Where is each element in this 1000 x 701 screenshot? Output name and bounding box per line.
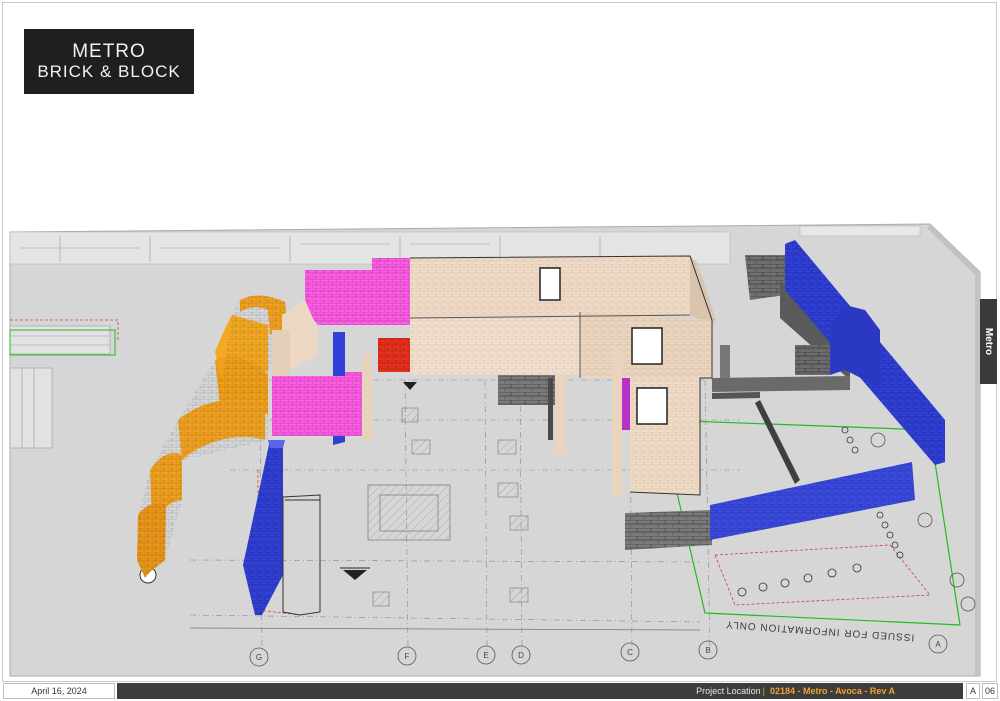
beige-post-left [612, 350, 622, 495]
drawing-title-box-right [799, 225, 921, 237]
footer-page-number: 06 [982, 683, 998, 699]
blue-wall-left-top [268, 440, 285, 448]
grid-label-g: G [256, 653, 262, 662]
side-tab-label: Metro [983, 327, 995, 356]
grey-block-wall-lower-pattern [625, 510, 712, 550]
grid-label-b: B [705, 646, 710, 655]
beige-wall-left-small [272, 330, 290, 376]
logo-line-2: BRICK & BLOCK [37, 61, 181, 81]
company-logo: METRO BRICK & BLOCK [24, 29, 194, 94]
footer-revision: A [966, 683, 980, 699]
grey-block-wall-right-top-pattern [745, 255, 785, 300]
project-location-label: Project Location [696, 686, 761, 696]
footer-date: April 16, 2024 [3, 683, 115, 699]
beige-wall-middle-pattern [410, 312, 580, 375]
grid-label-c: C [627, 648, 633, 657]
red-block-pattern [378, 338, 410, 372]
grey-low-wall-2 [712, 392, 760, 399]
footer: April 16, 2024 Project Location | 02184 … [0, 683, 1000, 700]
grid-label-e: E [483, 651, 488, 660]
window-lower [636, 387, 668, 425]
window-top [539, 267, 561, 301]
beige-post-center [555, 375, 565, 455]
side-tab[interactable]: Metro [980, 299, 997, 384]
grid-label-f: F [405, 652, 410, 661]
grey-block-wall-right-cap-pattern [795, 345, 830, 375]
dark-post-2 [720, 345, 730, 378]
project-separator: | [762, 686, 765, 696]
grid-label-a: A [935, 640, 941, 649]
footer-project-bar: Project Location | 02184 - Metro - Avoca… [117, 683, 963, 699]
project-info: 02184 - Metro - Avoca - Rev A [769, 686, 895, 696]
beige-post-divider [362, 355, 372, 440]
grey-low-wall [712, 376, 850, 392]
grid-label-d: D [518, 651, 524, 660]
window-middle [631, 327, 663, 365]
3d-model-view[interactable]: ISSUED FOR INFORMATION ONLY G F E D C B … [0, 215, 1000, 685]
logo-line-1: METRO [72, 40, 146, 62]
dark-post-1 [548, 378, 553, 440]
magenta-wall-lower-pattern [272, 372, 372, 436]
